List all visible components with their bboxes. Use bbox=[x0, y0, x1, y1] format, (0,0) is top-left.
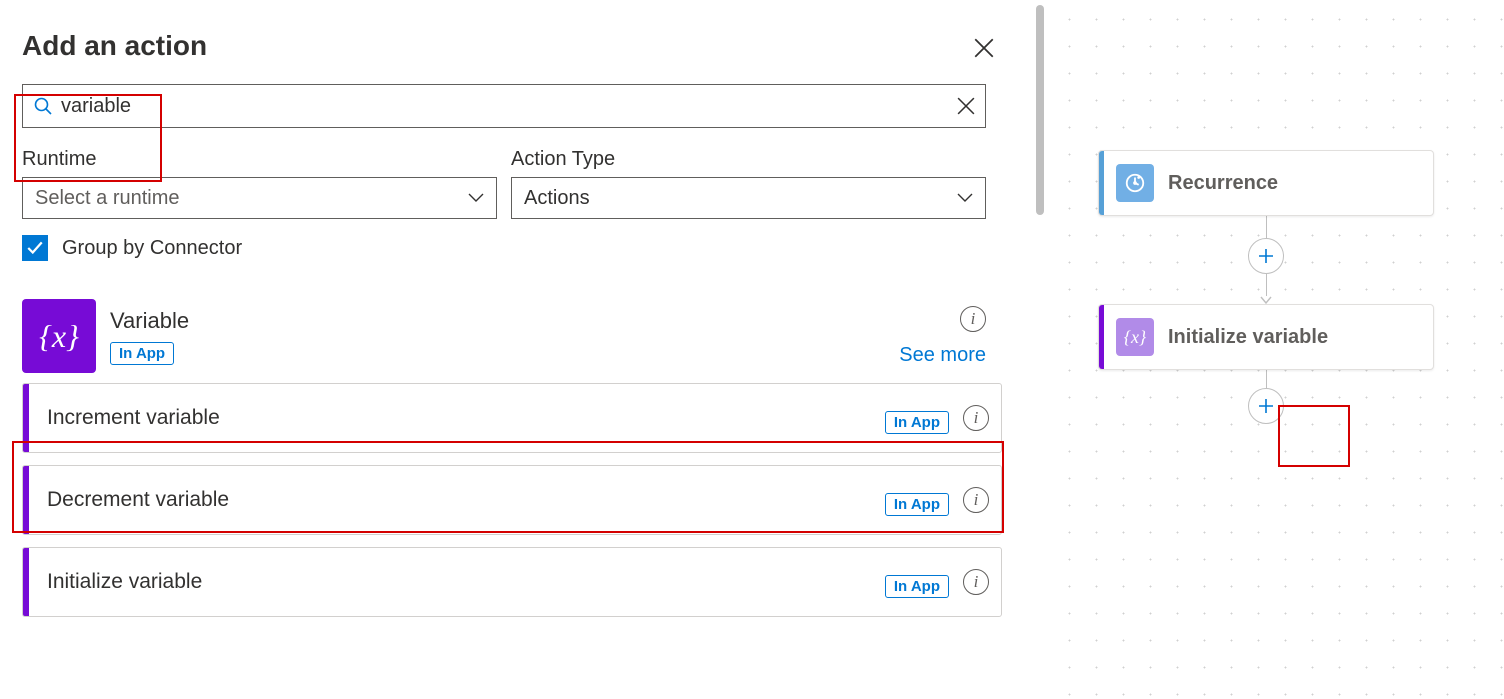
add-step-button-end[interactable] bbox=[1248, 388, 1284, 424]
plus-icon bbox=[1258, 398, 1274, 414]
action-label: Decrement variable bbox=[47, 488, 885, 512]
action-accent bbox=[23, 548, 29, 616]
group-by-connector-row: Group by Connector bbox=[22, 235, 1006, 261]
card-label: Initialize variable bbox=[1168, 326, 1328, 349]
action-decrement-variable[interactable]: Decrement variable In App i bbox=[22, 465, 1002, 535]
action-in-app-badge: In App bbox=[885, 493, 949, 516]
recurrence-card[interactable]: Recurrence bbox=[1098, 150, 1434, 216]
panel-scrollbar-thumb[interactable] bbox=[1036, 5, 1044, 215]
connector-header: {x} Variable In App i See more bbox=[22, 299, 986, 373]
panel-title: Add an action bbox=[22, 30, 1010, 62]
runtime-placeholder: Select a runtime bbox=[35, 187, 468, 210]
card-label: Recurrence bbox=[1168, 172, 1278, 195]
arrow-down-icon bbox=[1260, 296, 1272, 304]
action-type-select[interactable]: Actions bbox=[511, 177, 986, 219]
action-accent bbox=[23, 466, 29, 534]
panel-scrollbar-track[interactable] bbox=[1030, 0, 1050, 699]
flow-line bbox=[1266, 274, 1267, 296]
close-icon bbox=[957, 97, 975, 115]
action-label: Increment variable bbox=[47, 406, 885, 430]
group-by-connector-checkbox[interactable] bbox=[22, 235, 48, 261]
runtime-label: Runtime bbox=[22, 148, 497, 171]
search-input[interactable] bbox=[61, 95, 957, 118]
chevron-down-icon bbox=[957, 193, 973, 203]
chevron-down-icon bbox=[468, 193, 484, 203]
search-clear-button[interactable] bbox=[957, 97, 975, 115]
search-icon bbox=[33, 96, 53, 116]
runtime-filter: Runtime Select a runtime bbox=[22, 148, 497, 219]
checkmark-icon bbox=[26, 239, 44, 257]
action-type-label: Action Type bbox=[511, 148, 986, 171]
card-accent bbox=[1099, 151, 1104, 215]
see-more-link[interactable]: See more bbox=[899, 344, 986, 367]
action-info-button[interactable]: i bbox=[963, 405, 989, 431]
action-info-button[interactable]: i bbox=[963, 487, 989, 513]
connector-info-button[interactable]: i bbox=[960, 306, 986, 332]
action-type-filter: Action Type Actions bbox=[511, 148, 986, 219]
close-icon bbox=[974, 38, 994, 58]
connector-title: Variable bbox=[110, 308, 899, 334]
flow-canvas[interactable]: Recurrence {x} Initialize variable bbox=[1050, 0, 1504, 699]
initialize-variable-card[interactable]: {x} Initialize variable bbox=[1098, 304, 1434, 370]
runtime-select[interactable]: Select a runtime bbox=[22, 177, 497, 219]
action-increment-variable[interactable]: Increment variable In App i bbox=[22, 383, 1002, 453]
add-step-button[interactable] bbox=[1248, 238, 1284, 274]
recurrence-icon bbox=[1116, 164, 1154, 202]
close-button[interactable] bbox=[970, 34, 998, 62]
variable-icon: {x} bbox=[1116, 318, 1154, 356]
connector-in-app-badge: In App bbox=[110, 342, 174, 365]
card-accent bbox=[1099, 305, 1104, 369]
action-initialize-variable[interactable]: Initialize variable In App i bbox=[22, 547, 1002, 617]
group-by-connector-label: Group by Connector bbox=[62, 237, 242, 260]
action-list: Increment variable In App i Decrement va… bbox=[22, 383, 1006, 617]
search-box[interactable] bbox=[22, 84, 986, 128]
variable-connector-icon: {x} bbox=[22, 299, 96, 373]
action-in-app-badge: In App bbox=[885, 575, 949, 598]
flow-container: Recurrence {x} Initialize variable bbox=[1098, 150, 1434, 424]
clock-icon bbox=[1124, 172, 1146, 194]
action-type-value: Actions bbox=[524, 187, 957, 210]
flow-line bbox=[1266, 370, 1267, 388]
action-info-button[interactable]: i bbox=[963, 569, 989, 595]
flow-line bbox=[1266, 216, 1267, 238]
plus-icon bbox=[1258, 248, 1274, 264]
filter-row: Runtime Select a runtime Action Type Act… bbox=[22, 148, 986, 219]
action-in-app-badge: In App bbox=[885, 411, 949, 434]
action-label: Initialize variable bbox=[47, 570, 885, 594]
add-action-panel: Add an action Runtime Select a runtime A… bbox=[0, 0, 1030, 699]
action-accent bbox=[23, 384, 29, 452]
